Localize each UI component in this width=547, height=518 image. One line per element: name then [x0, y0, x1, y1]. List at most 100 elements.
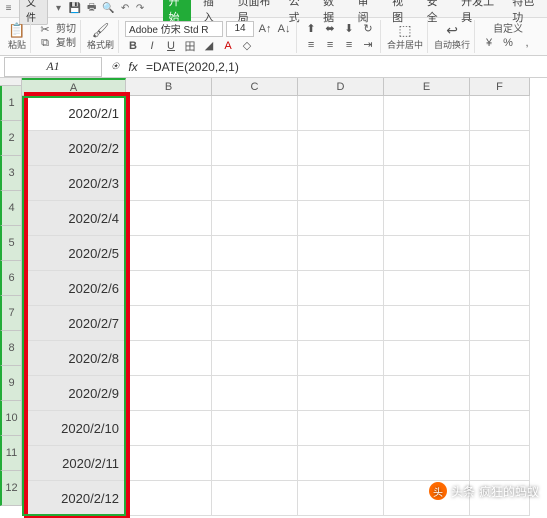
cell[interactable]: [126, 376, 212, 411]
cell[interactable]: 2020/2/9: [22, 376, 126, 411]
cell[interactable]: 2020/2/3: [22, 166, 126, 201]
cell[interactable]: [126, 341, 212, 376]
cell[interactable]: [126, 96, 212, 131]
preview-icon[interactable]: 🔍: [103, 3, 115, 15]
percent-icon[interactable]: %: [500, 36, 516, 50]
cell[interactable]: [212, 166, 298, 201]
formula-input[interactable]: =DATE(2020,2,1): [142, 60, 547, 74]
comma-icon[interactable]: ,: [519, 36, 535, 50]
align-right-icon[interactable]: ≡: [341, 38, 357, 52]
cell[interactable]: [298, 411, 384, 446]
cell[interactable]: [298, 306, 384, 341]
cell[interactable]: [212, 481, 298, 516]
cell[interactable]: [384, 131, 470, 166]
cell[interactable]: [470, 306, 530, 341]
cell[interactable]: [470, 166, 530, 201]
column-header-F[interactable]: F: [470, 78, 530, 96]
cell[interactable]: [298, 446, 384, 481]
select-all-corner[interactable]: [0, 78, 22, 86]
row-header[interactable]: 9: [0, 366, 22, 401]
cell[interactable]: [212, 446, 298, 481]
cell[interactable]: [384, 376, 470, 411]
column-header-C[interactable]: C: [212, 78, 298, 96]
row-header[interactable]: 11: [0, 436, 22, 471]
copy-icon[interactable]: ⧉: [37, 37, 53, 51]
cell[interactable]: [212, 341, 298, 376]
cell[interactable]: [126, 131, 212, 166]
align-center-icon[interactable]: ≡: [322, 38, 338, 52]
cell[interactable]: [212, 201, 298, 236]
cell[interactable]: [470, 131, 530, 166]
cell[interactable]: [126, 166, 212, 201]
cell[interactable]: [384, 446, 470, 481]
row-header[interactable]: 1: [0, 86, 22, 121]
format-painter-button[interactable]: 🖌 格式刷: [87, 23, 114, 51]
row-header[interactable]: 4: [0, 191, 22, 226]
borders-button[interactable]: 田: [182, 39, 198, 53]
merge-center-button[interactable]: ⬚ 合并居中: [387, 23, 423, 51]
cell[interactable]: [470, 411, 530, 446]
cell[interactable]: [212, 411, 298, 446]
cell[interactable]: 2020/2/7: [22, 306, 126, 341]
row-header[interactable]: 2: [0, 121, 22, 156]
cell[interactable]: [212, 236, 298, 271]
cell[interactable]: [384, 201, 470, 236]
font-color-button[interactable]: A: [220, 39, 236, 53]
font-name-select[interactable]: Adobe 仿宋 Std R: [125, 21, 223, 37]
cell[interactable]: [298, 131, 384, 166]
cell[interactable]: [212, 306, 298, 341]
cell[interactable]: [470, 376, 530, 411]
name-box[interactable]: A1: [4, 57, 102, 77]
column-header-E[interactable]: E: [384, 78, 470, 96]
indent-icon[interactable]: ⇥: [360, 38, 376, 52]
cell[interactable]: 2020/2/1: [22, 96, 126, 131]
cell[interactable]: [384, 411, 470, 446]
cell[interactable]: [298, 201, 384, 236]
cell[interactable]: [212, 376, 298, 411]
row-header[interactable]: 6: [0, 261, 22, 296]
fx-label[interactable]: fx: [124, 60, 142, 74]
column-header-A[interactable]: A: [22, 78, 126, 96]
row-header[interactable]: 8: [0, 331, 22, 366]
menu-icon[interactable]: ≡: [4, 3, 13, 15]
cell[interactable]: [470, 236, 530, 271]
decrease-font-icon[interactable]: A↓: [276, 22, 292, 36]
cell[interactable]: [470, 446, 530, 481]
paste-button[interactable]: 📋 粘贴: [8, 23, 26, 51]
align-bottom-icon[interactable]: ⬇: [341, 22, 357, 36]
italic-button[interactable]: I: [144, 39, 160, 53]
cell[interactable]: [126, 411, 212, 446]
currency-icon[interactable]: ¥: [481, 36, 497, 50]
cell[interactable]: [126, 446, 212, 481]
cell[interactable]: [298, 236, 384, 271]
cell[interactable]: 2020/2/2: [22, 131, 126, 166]
cell[interactable]: 2020/2/6: [22, 271, 126, 306]
column-header-B[interactable]: B: [126, 78, 212, 96]
align-top-icon[interactable]: ⬆: [303, 22, 319, 36]
wrap-text-button[interactable]: ↩ 自动换行: [434, 23, 470, 51]
cell[interactable]: [384, 306, 470, 341]
fill-color-button[interactable]: ◢: [201, 39, 217, 53]
cell[interactable]: 2020/2/5: [22, 236, 126, 271]
print-icon[interactable]: 🖶: [87, 3, 96, 15]
cell[interactable]: 2020/2/11: [22, 446, 126, 481]
row-header[interactable]: 12: [0, 471, 22, 506]
row-header[interactable]: 5: [0, 226, 22, 261]
cell[interactable]: [298, 481, 384, 516]
cell[interactable]: [384, 236, 470, 271]
bold-button[interactable]: B: [125, 39, 141, 53]
cell[interactable]: [212, 271, 298, 306]
cell[interactable]: [126, 236, 212, 271]
row-header[interactable]: 3: [0, 156, 22, 191]
cell[interactable]: [470, 96, 530, 131]
increase-font-icon[interactable]: A↑: [257, 22, 273, 36]
cells-grid[interactable]: 2020/2/12020/2/22020/2/32020/2/42020/2/5…: [22, 96, 547, 516]
row-header[interactable]: 10: [0, 401, 22, 436]
cell[interactable]: [470, 201, 530, 236]
cut-icon[interactable]: ✂: [37, 23, 53, 37]
cell[interactable]: [384, 96, 470, 131]
row-header[interactable]: 7: [0, 296, 22, 331]
font-size-select[interactable]: 14: [226, 21, 254, 37]
cell[interactable]: [470, 271, 530, 306]
cell[interactable]: [126, 306, 212, 341]
